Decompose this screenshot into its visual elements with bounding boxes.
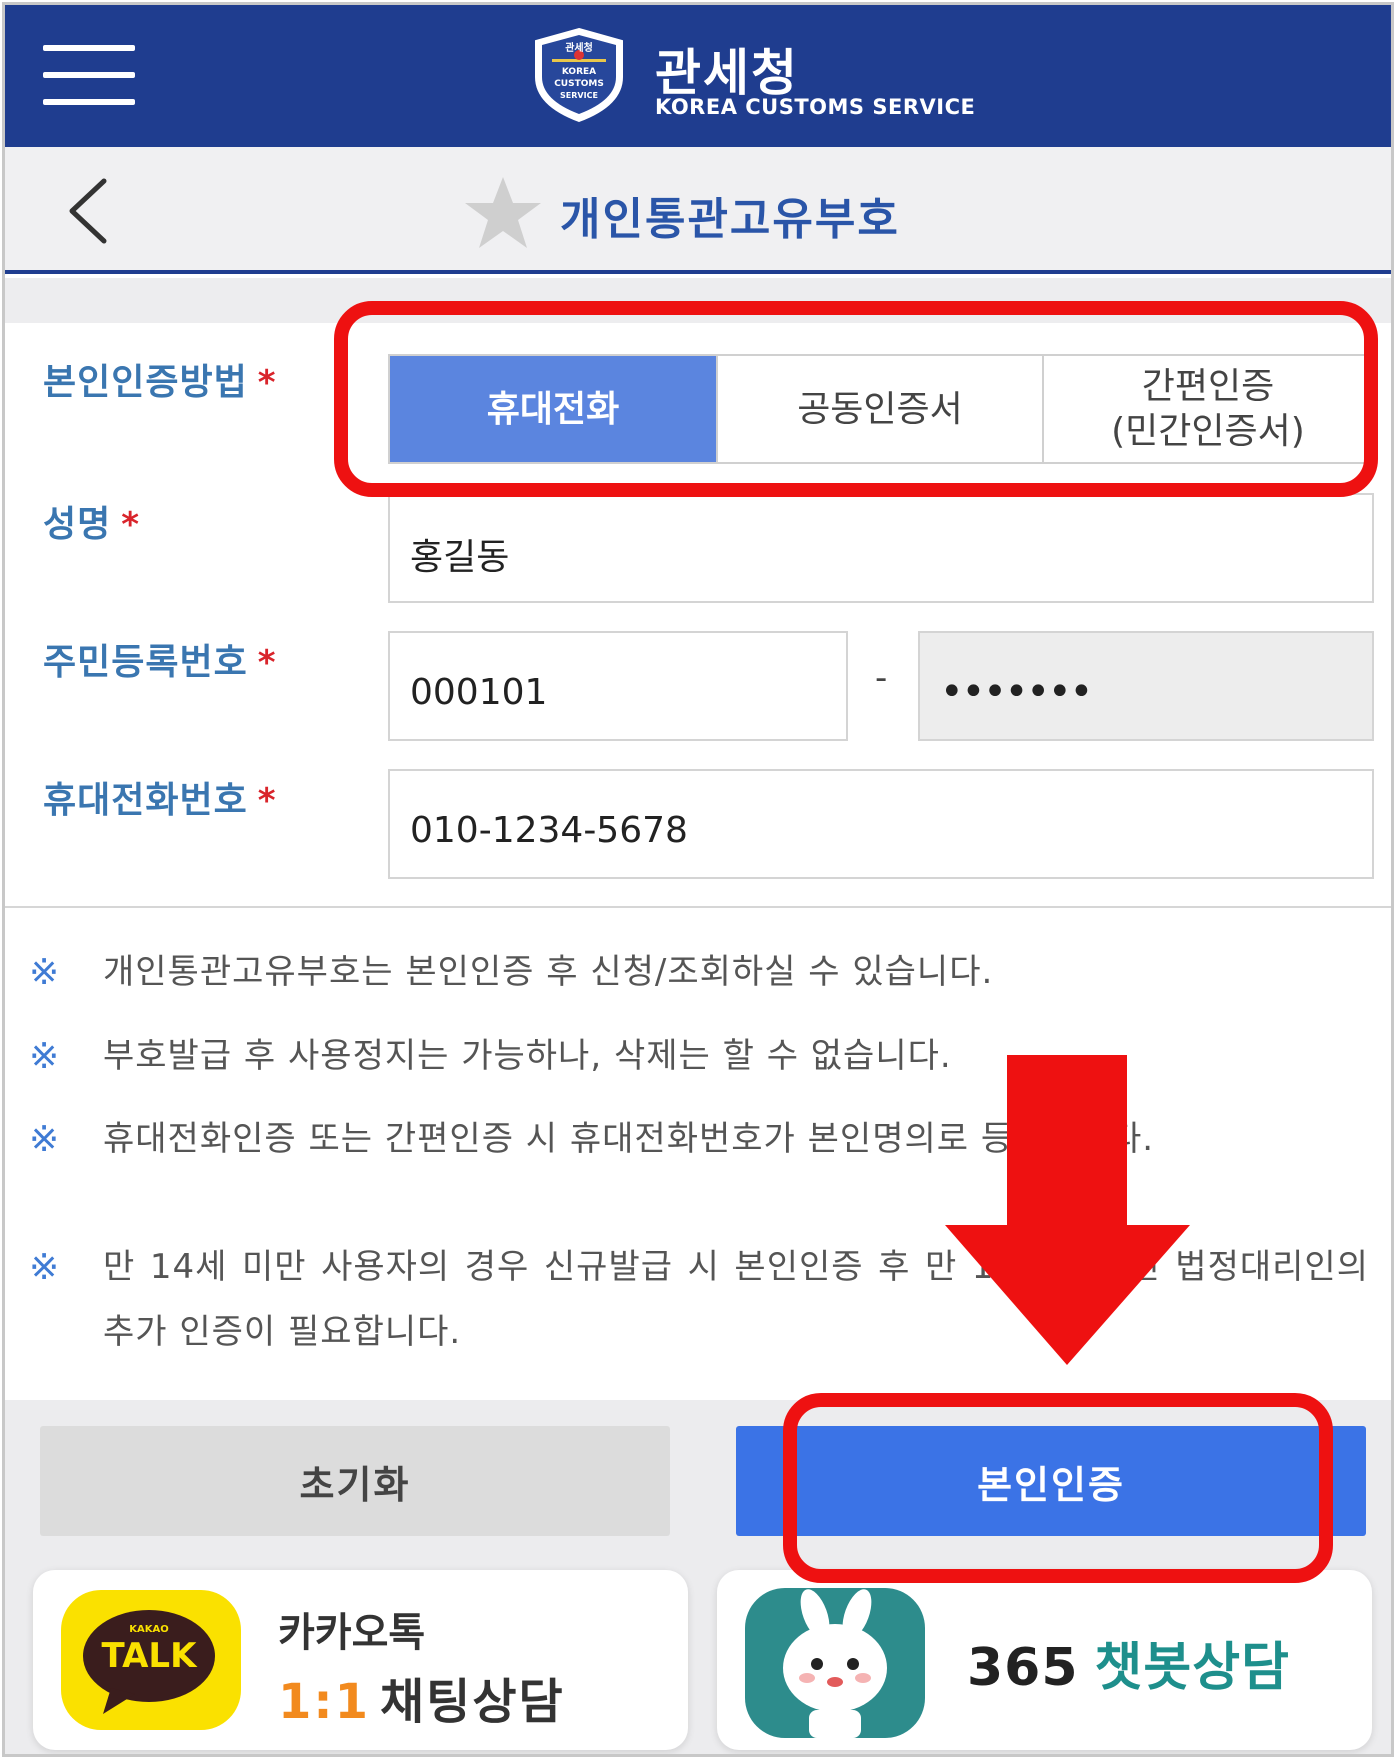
kakao-chat-banner[interactable]: KAKAO TALK 카카오톡 1:1 채팅상담 [33,1570,688,1750]
kakao-subtitle: 1:1 채팅상담 [278,1674,565,1730]
site-header: 관세청 KOREA CUSTOMS SERVICE 관세청 KOREA CUST… [5,5,1391,147]
phone-field[interactable]: 010-1234-5678 [388,769,1374,879]
down-arrow-icon [945,1055,1190,1365]
reference-mark-icon: ※ [29,1036,60,1077]
rrn-separator: - [875,658,888,698]
chatbot-banner[interactable]: 365 챗봇상담 [717,1570,1372,1750]
reset-button[interactable]: 초기화 [40,1426,670,1536]
page-titlebar: 개인통관고유부호 [5,147,1391,274]
rrn-back-field[interactable]: ••••••• [918,631,1374,741]
chevron-left-icon [69,178,107,244]
back-button[interactable] [60,175,120,247]
reference-mark-icon: ※ [29,1247,60,1288]
rrn-label: 주민등록번호 * [43,642,277,683]
brand-subtitle: KOREA CUSTOMS SERVICE [655,95,976,119]
star-icon[interactable] [463,175,543,251]
emblem-line-3: SERVICE [560,91,598,100]
page-title: 개인통관고유부호 [560,194,900,245]
hamburger-menu-icon[interactable] [43,45,135,105]
reference-mark-icon: ※ [29,952,60,993]
app-frame: 관세청 KOREA CUSTOMS SERVICE 관세청 KOREA CUST… [2,2,1394,1757]
emblem-line-2: CUSTOMS [554,79,604,89]
phone-label: 휴대전화번호 * [43,780,277,821]
chatbot-title: 365 챗봇상담 [967,1638,1290,1698]
customs-emblem-icon[interactable]: 관세청 KOREA CUSTOMS SERVICE [530,25,628,125]
emblem-line-0: 관세청 [565,43,593,54]
name-label: 성명 * [43,504,141,545]
emblem-line-1: KOREA [561,67,597,77]
kakao-talk-icon: KAKAO TALK [61,1590,241,1730]
highlight-authenticate-button [783,1393,1333,1583]
kakao-title: 카카오톡 [278,1610,426,1656]
rabbit-chatbot-icon [745,1588,925,1738]
auth-method-label: 본인인증방법 * [43,362,277,403]
highlight-auth-method [334,301,1378,497]
rrn-front-field[interactable]: 000101 [388,631,848,741]
reference-mark-icon: ※ [29,1119,60,1160]
notice-item: ※ 개인통관고유부호는 본인인증 후 신청/조회하실 수 있습니다. [5,940,1391,1010]
name-field[interactable]: 홍길동 [388,493,1374,603]
